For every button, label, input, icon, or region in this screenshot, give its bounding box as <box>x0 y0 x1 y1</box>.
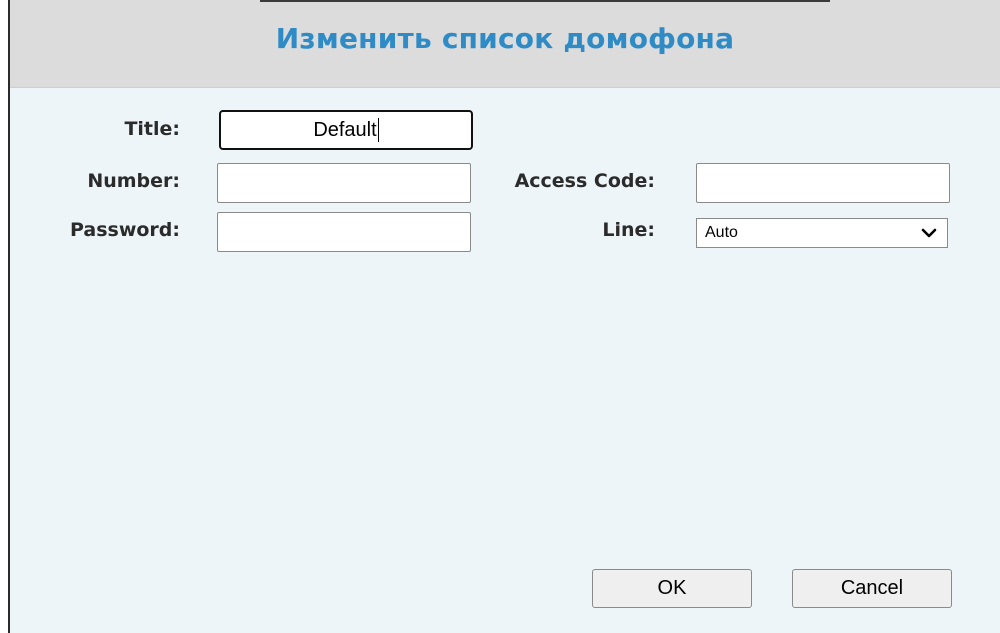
number-label: Number: <box>87 170 180 192</box>
dialog-title: Изменить список домофона <box>275 22 735 55</box>
title-input-value: Default <box>313 118 377 141</box>
line-label: Line: <box>602 219 655 241</box>
intercom-dialog: Изменить список домофона Title: Default … <box>8 0 1000 633</box>
title-label: Title: <box>124 118 180 140</box>
password-label: Password: <box>69 219 180 241</box>
line-select-value: Auto <box>705 224 738 241</box>
password-input[interactable] <box>217 212 471 252</box>
cancel-button[interactable]: Cancel <box>792 569 952 608</box>
title-input[interactable]: Default <box>219 110 473 150</box>
access-code-label: Access Code: <box>514 170 655 192</box>
ok-button[interactable]: OK <box>592 569 752 608</box>
text-caret <box>377 118 379 142</box>
number-input[interactable] <box>217 163 471 203</box>
dialog-header: Изменить список домофона <box>10 0 1000 88</box>
access-code-input[interactable] <box>696 163 950 203</box>
chevron-down-icon <box>921 228 937 238</box>
top-border-line <box>260 0 830 2</box>
line-select[interactable]: Auto <box>696 218 948 248</box>
